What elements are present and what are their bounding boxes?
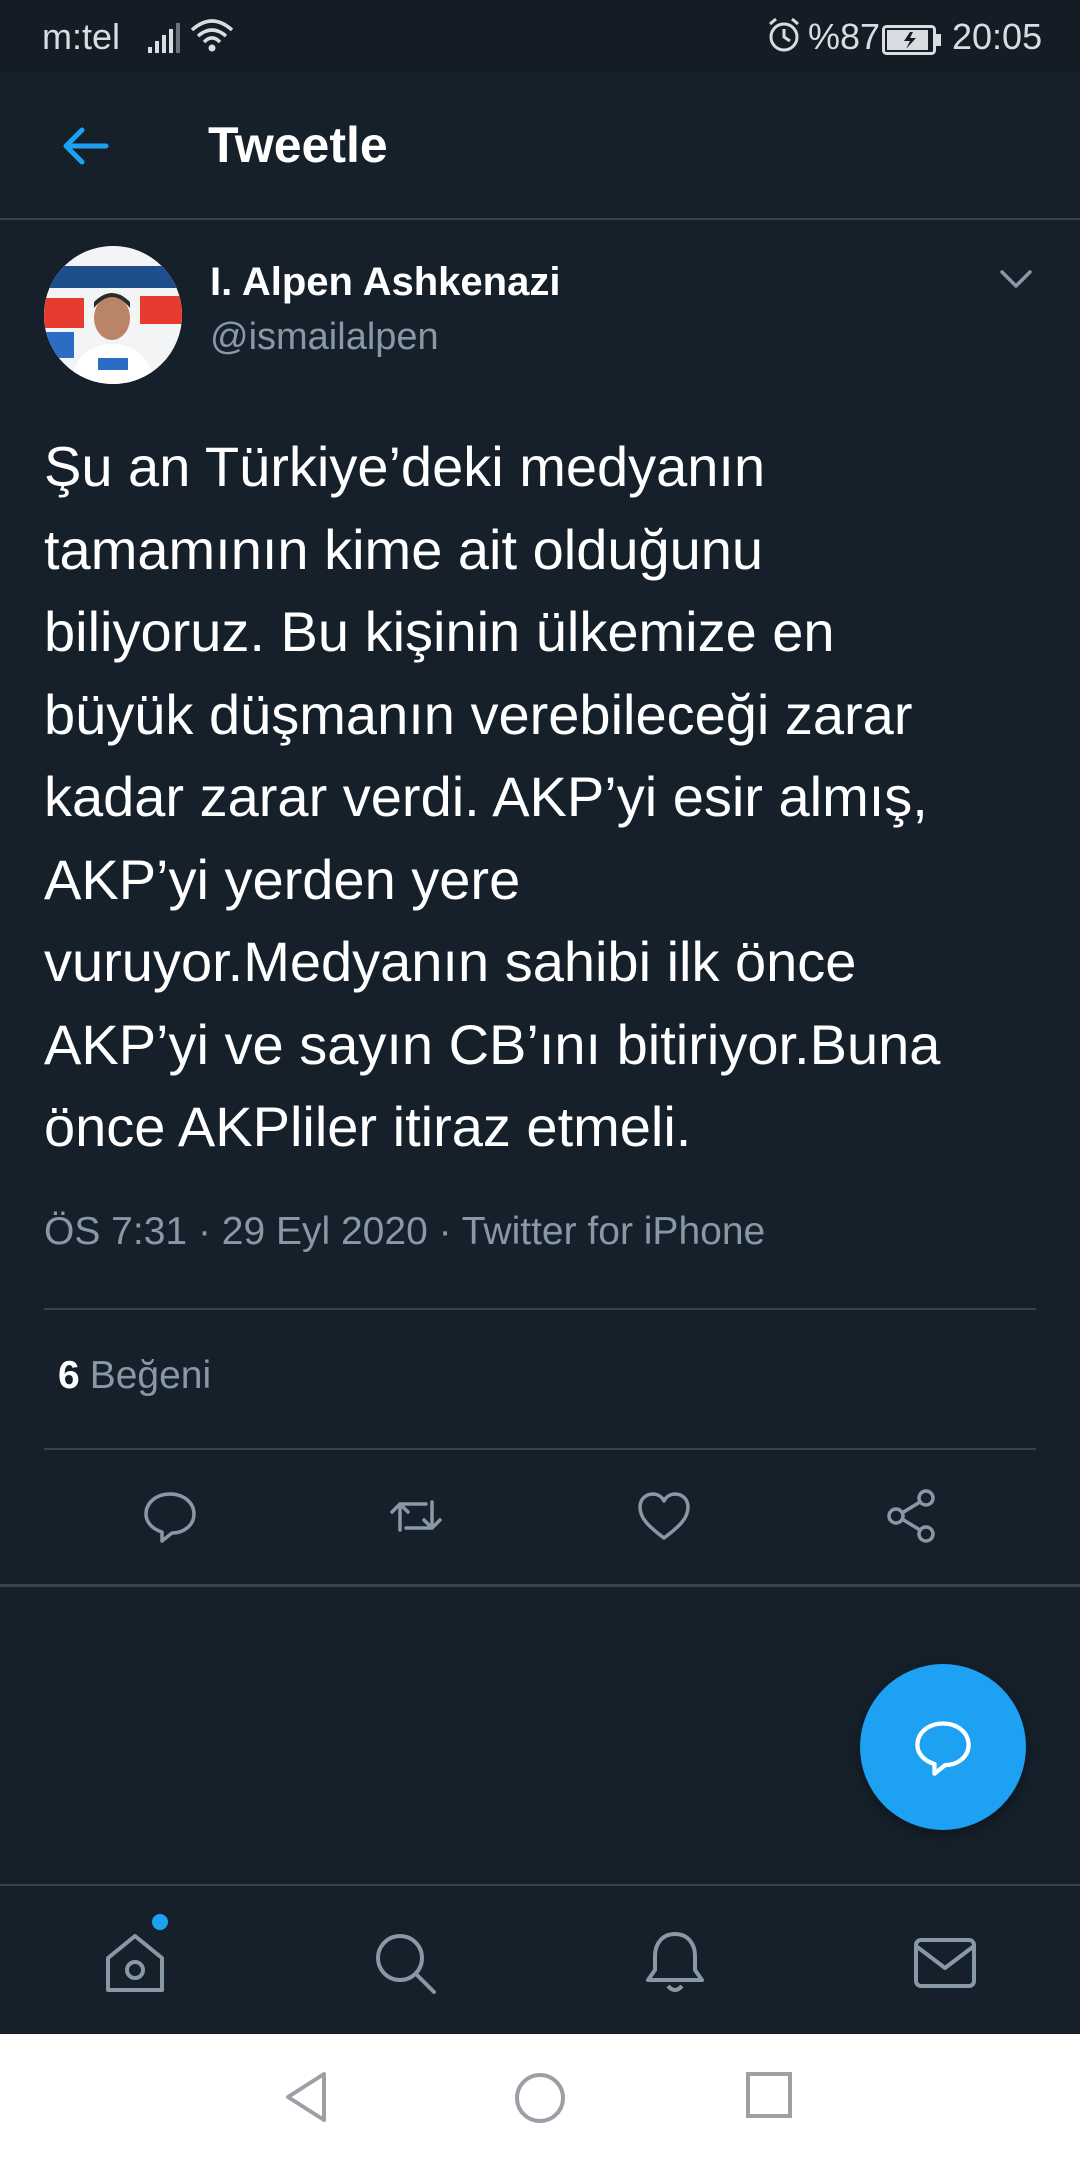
page-title: Tweetle <box>208 117 388 173</box>
like-icon[interactable] <box>634 1486 694 1546</box>
battery-percent: %87 <box>808 16 881 57</box>
battery-icon <box>882 22 942 64</box>
app-header: Tweetle <box>0 72 1080 220</box>
meta-separator: · <box>197 1210 222 1253</box>
author-handle[interactable]: @ismailalpen <box>210 316 439 359</box>
chevron-down-icon[interactable] <box>996 264 1036 294</box>
compose-reply-button[interactable] <box>860 1664 1026 1830</box>
tweet-date: 29 Eyl 2020 <box>221 1210 428 1253</box>
tweet-time: ÖS 7:31 <box>44 1210 188 1253</box>
status-bar: m:tel %87 20:05 <box>0 0 1080 72</box>
notification-dot <box>152 1914 168 1930</box>
like-count-row[interactable]: 6 Beğeni <box>58 1354 211 1398</box>
avatar[interactable] <box>44 246 182 384</box>
divider <box>44 1308 1036 1310</box>
carrier-label: m:tel <box>42 16 121 57</box>
android-nav-bar <box>0 2034 1080 2160</box>
search-icon[interactable] <box>370 1928 440 1998</box>
share-icon[interactable] <box>882 1486 942 1546</box>
tweet-source[interactable]: Twitter for iPhone <box>462 1210 765 1253</box>
home-icon[interactable] <box>100 1928 170 1998</box>
wifi-icon <box>190 18 234 61</box>
tweet-meta: ÖS 7:31 · 29 Eyl 2020 · Twitter for iPho… <box>44 1210 765 1254</box>
messages-icon[interactable] <box>910 1928 980 1998</box>
tweet-text: Şu an Türkiye’deki medyanın tamamının ki… <box>44 435 941 1158</box>
divider <box>0 1584 1080 1587</box>
nav-home-icon[interactable] <box>512 2070 568 2126</box>
nav-recents-icon[interactable] <box>744 2070 794 2120</box>
retweet-icon[interactable] <box>386 1486 446 1546</box>
alarm-icon <box>766 16 802 63</box>
reply-icon <box>915 1721 971 1776</box>
divider <box>44 1448 1036 1450</box>
clock: 20:05 <box>952 16 1043 57</box>
bottom-nav <box>0 1884 1080 2036</box>
notifications-icon[interactable] <box>640 1928 710 1998</box>
meta-separator: · <box>438 1210 462 1253</box>
author-name[interactable]: I. Alpen Ashkenazi <box>210 260 560 305</box>
like-label: Beğeni <box>89 1354 212 1397</box>
reply-icon[interactable] <box>140 1486 200 1546</box>
back-arrow-icon[interactable] <box>56 116 116 176</box>
like-count: 6 <box>58 1354 80 1397</box>
nav-back-icon[interactable] <box>282 2070 330 2124</box>
signal-icon <box>146 20 180 62</box>
